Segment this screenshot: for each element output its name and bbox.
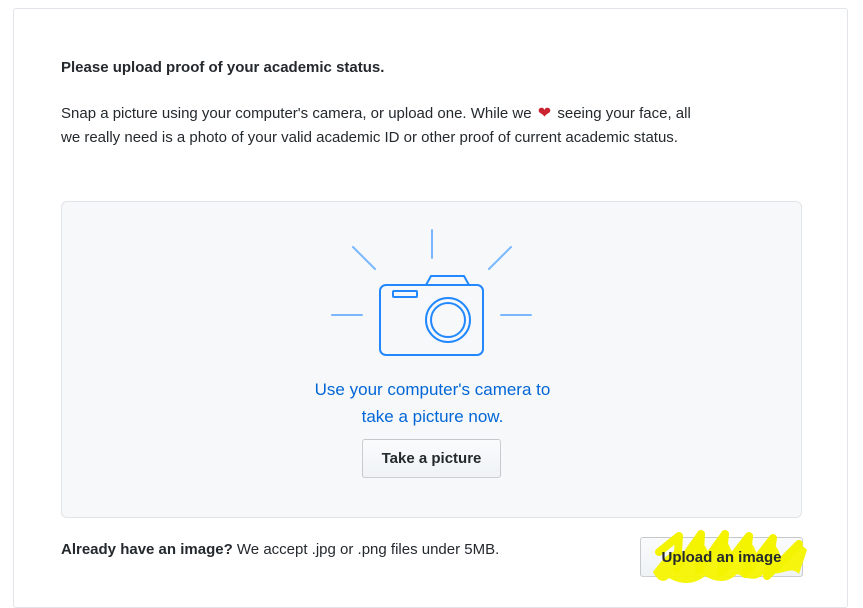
- page-heading: Please upload proof of your academic sta…: [61, 59, 385, 76]
- upload-info-text: Already have an image? We accept .jpg or…: [61, 541, 499, 558]
- camera-panel: Use your computer's camera to take a pic…: [61, 201, 802, 518]
- camera-icon: [331, 229, 532, 356]
- intro-text: Snap a picture using your computer's cam…: [61, 102, 691, 150]
- camera-caption: Use your computer's camera to take a pic…: [62, 376, 803, 430]
- camera-caption-line-2: take a picture now.: [361, 407, 504, 426]
- upload-image-button[interactable]: Upload an image: [640, 530, 807, 583]
- intro-text-start: Snap a picture using your computer's cam…: [61, 105, 532, 122]
- upload-button-label: Upload an image: [661, 548, 782, 566]
- camera-caption-line-1: Use your computer's camera to: [314, 380, 551, 399]
- heart-icon: ❤: [537, 105, 552, 122]
- upload-proof-card: Please upload proof of your academic sta…: [13, 8, 848, 608]
- accepted-formats-text: We accept .jpg or .png files under 5MB.: [236, 541, 500, 558]
- upload-question: Already have an image?: [61, 541, 233, 558]
- take-picture-button[interactable]: Take a picture: [362, 439, 501, 478]
